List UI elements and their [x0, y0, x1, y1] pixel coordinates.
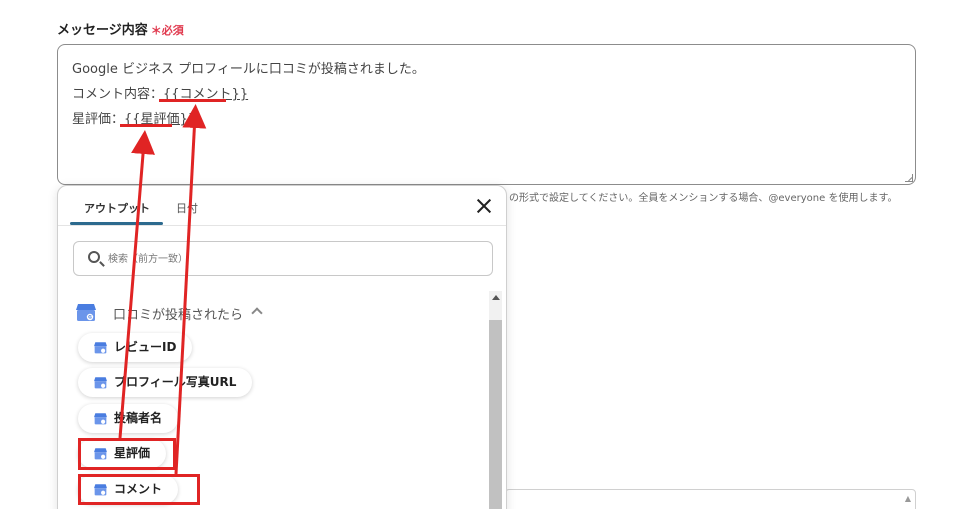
output-item-profile-photo-url[interactable]: プロフィール写真URL — [78, 368, 253, 397]
highlight-box-star-rating — [78, 438, 176, 470]
output-item-label: 投稿者名 — [114, 411, 163, 425]
required-badge: ＊必須 — [150, 24, 184, 37]
google-business-profile-icon — [94, 377, 107, 389]
rating-prefix: 星評価： — [72, 112, 125, 127]
google-business-profile-icon — [94, 413, 107, 425]
highlight-box-comment — [78, 474, 200, 505]
active-tab-indicator — [70, 222, 163, 225]
popup-scrollbar[interactable] — [489, 291, 502, 509]
output-item-author-name[interactable]: 投稿者名 — [78, 404, 179, 433]
underline-mark-comment — [159, 99, 226, 102]
google-business-profile-icon — [94, 342, 107, 354]
search-box — [73, 241, 493, 276]
output-item-label: プロフィール写真URL — [114, 375, 237, 389]
tab-date[interactable]: 日付 — [176, 200, 198, 216]
group-label: 口コミが投稿されたら — [113, 308, 244, 323]
popup-tabs: アウトプット 日付 — [58, 186, 506, 226]
next-field-input[interactable]: ▲ — [505, 489, 916, 509]
tab-output[interactable]: アウトプット — [84, 200, 150, 216]
message-textarea[interactable]: Google ビジネス プロフィールに口コミが投稿されました。 コメント内容：{… — [57, 44, 916, 185]
comment-prefix: コメント内容： — [72, 87, 164, 102]
field-label-text: メッセージ内容 — [57, 23, 148, 38]
search-input[interactable] — [108, 250, 478, 268]
search-icon — [88, 251, 100, 263]
underline-mark-rating — [120, 124, 172, 127]
message-field-label: メッセージ内容 ＊必須 — [57, 19, 184, 38]
close-icon[interactable] — [474, 196, 494, 216]
output-item-review-id[interactable]: レビューID — [78, 333, 193, 362]
chevron-up-icon[interactable] — [251, 307, 263, 319]
help-text: の形式で設定してください。全員をメンションする場合、@everyone を使用し… — [509, 193, 898, 204]
svg-text:G: G — [88, 315, 92, 321]
google-business-profile-icon: G — [76, 304, 96, 321]
scroll-up-arrow-icon[interactable] — [492, 295, 500, 300]
resize-grip-icon[interactable] — [905, 174, 913, 182]
message-line-1: Google ビジネス プロフィールに口コミが投稿されました。 — [72, 62, 425, 77]
output-item-label: レビューID — [114, 340, 177, 354]
scroll-thumb[interactable] — [489, 320, 502, 509]
scroll-up-icon[interactable]: ▲ — [905, 494, 911, 503]
